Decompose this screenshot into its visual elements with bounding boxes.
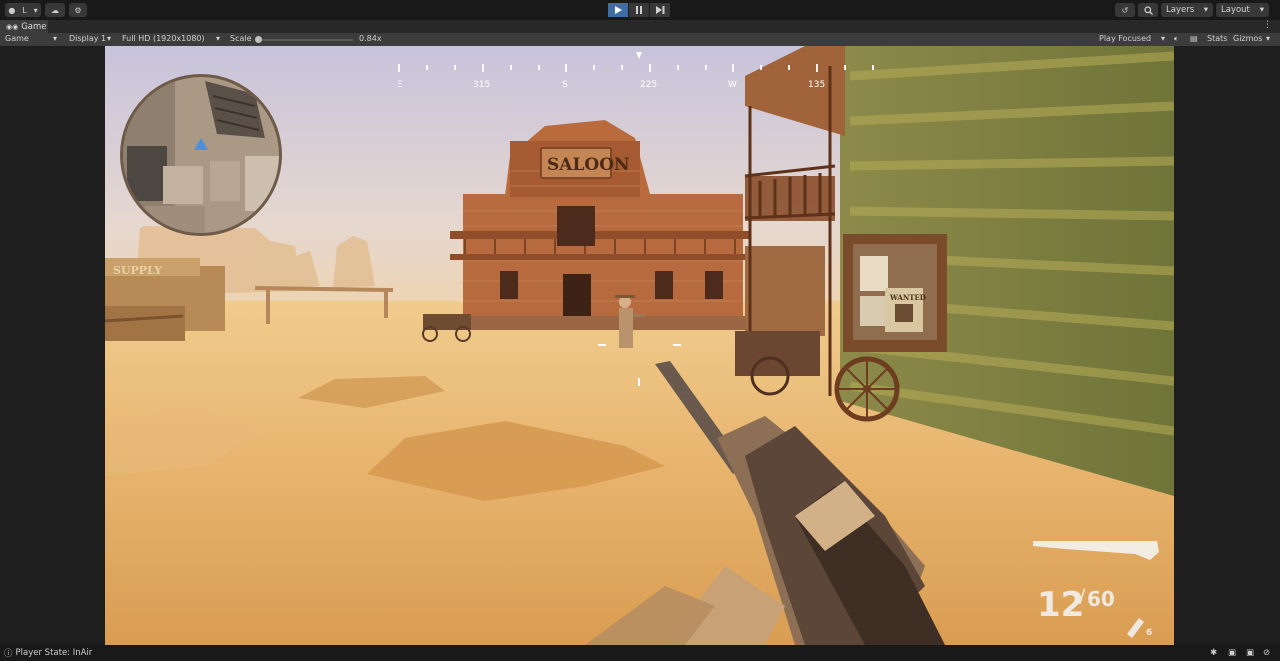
chevron-down-icon: ▾ (53, 34, 58, 43)
layout-dropdown[interactable]: Layout ▾ (1216, 3, 1269, 17)
wanted-poster: WANTED (889, 293, 926, 302)
mode-dropdown[interactable]: Game (5, 34, 29, 43)
game-view-toolbar: Game ▾ Display 1 ▾ Full HD (1920x1080) ▾… (0, 33, 1280, 46)
ammo-separator: / (1079, 585, 1086, 607)
compass-label: 315 (473, 80, 490, 90)
info-icon: ⓘ (4, 649, 13, 659)
distant-building (745, 246, 825, 336)
playback-controls (608, 3, 671, 17)
chevron-down-icon: ▾ (1259, 5, 1264, 15)
history-button[interactable]: ↺ (1115, 3, 1135, 17)
resolution-dropdown[interactable]: Full HD (1920x1080) (122, 34, 205, 43)
supply-store: SUPPLY (105, 258, 225, 341)
scale-slider-track[interactable] (258, 39, 353, 41)
history-icon: ↺ (1121, 5, 1129, 15)
stats-button[interactable]: Stats (1207, 34, 1227, 43)
console-icon[interactable]: ▣ (1228, 648, 1236, 658)
scale-value: 0.84x (359, 34, 382, 43)
search-icon (1143, 5, 1153, 15)
player-state-text: Player State: InAir (15, 648, 93, 658)
ammo-reserve: 60 (1087, 587, 1115, 611)
cloud-button[interactable]: ☁ (45, 3, 65, 17)
gamepad-icon: ◉◉ (6, 22, 19, 31)
compass-label: S (562, 80, 568, 90)
supply-sign: SUPPLY (113, 264, 162, 277)
more-options-icon[interactable]: ⋮ (1263, 20, 1272, 30)
settings-button[interactable]: ⚙ (69, 3, 87, 17)
account-label: L (22, 5, 27, 15)
settings-icon: ⚙ (74, 5, 82, 15)
tab-game[interactable]: ◉◉ Game (0, 20, 48, 33)
step-button[interactable] (650, 3, 670, 17)
check-icon[interactable]: ⊘ (1263, 648, 1270, 658)
chevron-down-icon: ▾ (107, 34, 112, 43)
saloon-sign: SALOON (547, 155, 630, 175)
tab-game-label: Game (21, 21, 47, 32)
chevron-down-icon: ▾ (1161, 34, 1166, 43)
layers-dropdown[interactable]: Layers ▾ (1161, 3, 1213, 17)
play-icon (615, 6, 622, 14)
search-button[interactable] (1138, 3, 1158, 17)
stats-icon: ▤ (1190, 34, 1198, 43)
layers-label: Layers (1166, 5, 1195, 15)
game-scene: SUPPLY SALOON WANTED Ξ 315 S 225 W 135 1… (105, 46, 1174, 645)
chevron-down-icon: ▾ (33, 5, 38, 15)
svg-text:Ξ: Ξ (397, 80, 403, 90)
display-dropdown[interactable]: Display 1 (69, 34, 106, 43)
compass-label: W (728, 80, 737, 90)
cloud-icon: ☁ (51, 5, 59, 15)
main-toolbar: ● L ▾ ☁ ⚙ ↺ Layers ▾ Layout ▾ (0, 0, 1280, 20)
scale-label: Scale (230, 34, 252, 43)
chevron-down-icon: ▾ (1203, 5, 1208, 15)
panel-tab-bar: ◉◉ Game ⋮ (0, 20, 1280, 33)
game-viewport[interactable]: SUPPLY SALOON WANTED Ξ 315 S 225 W 135 1… (105, 46, 1174, 645)
gizmos-button[interactable]: Gizmos (1233, 34, 1262, 43)
layout-label: Layout (1221, 5, 1250, 15)
compass-label: 135 (808, 80, 825, 90)
audio-mute-icon[interactable]: 🔈︎ (1174, 34, 1179, 44)
chevron-down-icon: ▾ (216, 34, 221, 43)
network-icon[interactable]: ▣ (1246, 648, 1254, 658)
pause-button[interactable] (629, 3, 649, 17)
step-icon (655, 6, 664, 14)
status-bar: ⓘ Player State: InAir ✱ ▣ ▣ ⊘ (0, 645, 1280, 661)
compass-label: 225 (640, 80, 657, 90)
account-icon: ● (8, 5, 16, 15)
play-button[interactable] (608, 3, 628, 17)
grenade-count: 6 (1146, 628, 1152, 638)
bug-icon[interactable]: ✱ (1210, 648, 1217, 658)
chevron-down-icon: ▾ (1266, 34, 1271, 43)
ammo-loaded: 12 (1037, 585, 1084, 625)
pause-icon (636, 6, 642, 14)
play-mode-dropdown[interactable]: Play Focused (1099, 34, 1151, 43)
scale-slider-handle[interactable] (255, 36, 262, 43)
account-dropdown[interactable]: ● L ▾ (5, 3, 41, 17)
